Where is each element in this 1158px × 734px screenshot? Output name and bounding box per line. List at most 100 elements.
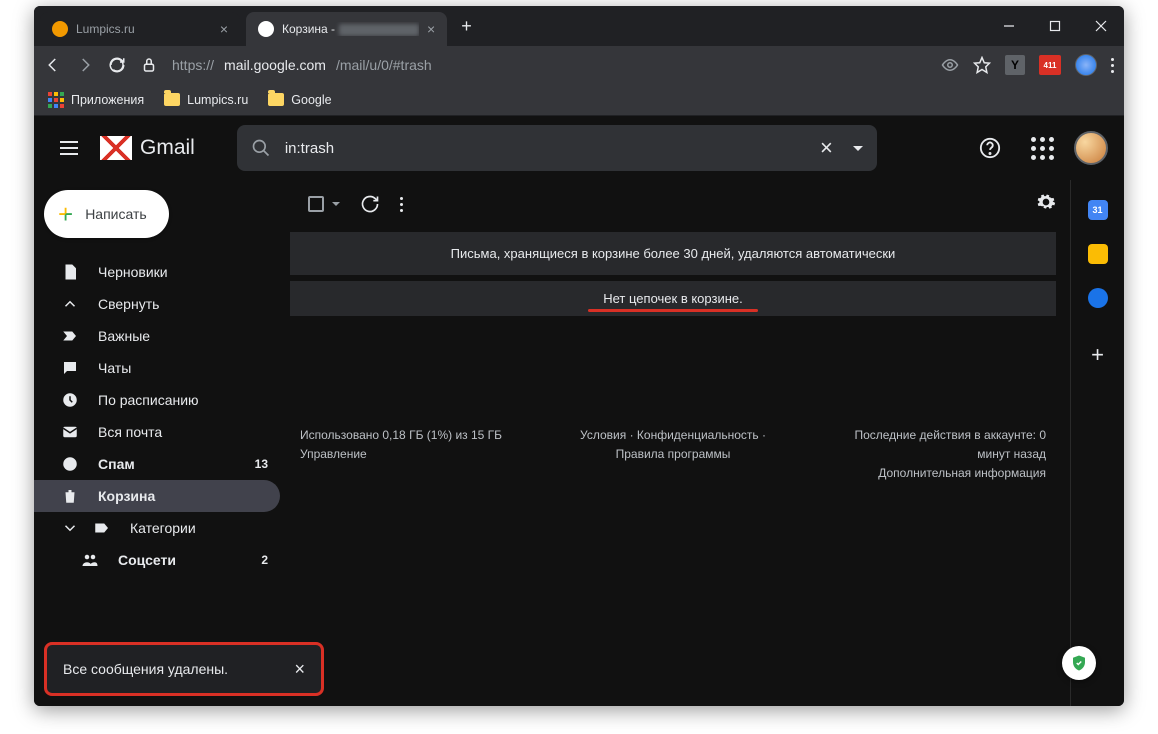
- clear-search-button[interactable]: ×: [814, 135, 839, 161]
- gmail-logo[interactable]: Gmail: [100, 136, 195, 160]
- bookmark-star-icon[interactable]: [973, 56, 991, 74]
- main-panel: Письма, хранящиеся в корзине более 30 дн…: [290, 180, 1070, 706]
- url-path: /mail/u/0/#trash: [336, 57, 432, 73]
- browser-menu-button[interactable]: [1111, 58, 1114, 73]
- close-icon[interactable]: ×: [220, 21, 228, 37]
- sidebar-item-scheduled[interactable]: По расписанию: [34, 384, 280, 416]
- sidebar-item-categories[interactable]: Категории: [34, 512, 280, 544]
- storage-line2[interactable]: Управление: [300, 445, 522, 464]
- new-tab-button[interactable]: +: [447, 16, 486, 37]
- footer-storage: Использовано 0,18 ГБ (1%) из 15 ГБ Управ…: [300, 426, 522, 484]
- close-icon[interactable]: ×: [427, 21, 435, 37]
- tasks-button[interactable]: [1088, 288, 1108, 308]
- nav-label: Черновики: [98, 264, 168, 280]
- search-icon[interactable]: [251, 138, 271, 158]
- activity-line1: Последние действия в аккаунте: 0 минут н…: [824, 426, 1046, 464]
- sidebar-item-spam[interactable]: Спам 13: [34, 448, 280, 480]
- compose-label: Написать: [85, 206, 146, 222]
- bookmark-apps[interactable]: Приложения: [48, 92, 144, 108]
- extension-adblock[interactable]: 411: [1039, 55, 1061, 75]
- close-button[interactable]: [1078, 6, 1124, 46]
- sidebar-item-drafts[interactable]: Черновики: [34, 256, 280, 288]
- compose-button[interactable]: + Написать: [44, 190, 169, 238]
- more-button[interactable]: [400, 197, 403, 212]
- maximize-button[interactable]: [1032, 6, 1078, 46]
- nav-list: Черновики Свернуть Важные Чаты: [34, 256, 290, 576]
- url-input[interactable]: https://mail.google.com/mail/u/0/#trash: [172, 57, 927, 73]
- chat-icon: [60, 359, 80, 377]
- settings-button[interactable]: [1036, 192, 1056, 217]
- sidebar-item-allmail[interactable]: Вся почта: [34, 416, 280, 448]
- apps-icon: [48, 92, 64, 108]
- titlebar: Lumpics.ru × Корзина - × +: [34, 6, 1124, 46]
- extension-yandex[interactable]: Y: [1005, 55, 1025, 75]
- nav-label: Свернуть: [98, 296, 159, 312]
- annotation-underline: [588, 309, 758, 312]
- gmail-app: Gmail × + Написать: [34, 116, 1124, 706]
- gmail-brand: Gmail: [140, 136, 195, 160]
- nav-label: По расписанию: [98, 392, 199, 408]
- empty-trash-message: Нет цепочек в корзине.: [290, 281, 1056, 316]
- activity-line2[interactable]: Дополнительная информация: [824, 464, 1046, 483]
- sidebar: + Написать Черновики Свернуть Важные: [34, 180, 290, 706]
- sidebar-item-social[interactable]: Соцсети 2: [34, 544, 280, 576]
- trash-info-banner: Письма, хранящиеся в корзине более 30 дн…: [290, 232, 1056, 275]
- browser-window: Lumpics.ru × Корзина - × + https://mail.…: [34, 6, 1124, 706]
- search-bar: ×: [237, 125, 877, 171]
- sidebar-item-trash[interactable]: Корзина: [34, 480, 280, 512]
- tab-gmail[interactable]: Корзина - ×: [246, 12, 447, 46]
- nav-label: Чаты: [98, 360, 131, 376]
- back-button[interactable]: [44, 56, 62, 74]
- bookmark-label: Приложения: [71, 93, 144, 107]
- tab-lumpics[interactable]: Lumpics.ru ×: [40, 12, 240, 46]
- bookmarks-bar: Приложения Lumpics.ru Google: [34, 84, 1124, 116]
- keep-button[interactable]: [1088, 244, 1108, 264]
- refresh-button[interactable]: [360, 194, 380, 214]
- caret-down-icon: [60, 519, 80, 537]
- calendar-button[interactable]: [1088, 200, 1108, 220]
- nav-label: Важные: [98, 328, 150, 344]
- chevron-up-icon: [60, 295, 80, 313]
- nav-label: Спам: [98, 456, 135, 472]
- toast-deleted: Все сообщения удалены. ×: [44, 642, 324, 696]
- list-toolbar: [290, 180, 1056, 228]
- tab-title: Lumpics.ru: [76, 22, 212, 36]
- nav-label: Вся почта: [98, 424, 162, 440]
- nav-label: Категории: [130, 520, 196, 536]
- window-controls: [986, 6, 1124, 46]
- close-icon[interactable]: ×: [294, 659, 305, 680]
- bookmark-google[interactable]: Google: [268, 93, 331, 107]
- footer-legal[interactable]: Условия · Конфиденциальность · Правила п…: [562, 426, 784, 484]
- nav-count: 13: [255, 457, 268, 471]
- label-icon: [92, 519, 112, 537]
- bookmark-lumpics[interactable]: Lumpics.ru: [164, 93, 248, 107]
- shield-badge[interactable]: [1062, 646, 1096, 680]
- select-menu-caret[interactable]: [332, 202, 340, 206]
- search-input[interactable]: [285, 140, 800, 157]
- select-all-checkbox[interactable]: [308, 196, 324, 212]
- minimize-button[interactable]: [986, 6, 1032, 46]
- toast-message: Все сообщения удалены.: [63, 661, 228, 677]
- file-icon: [60, 263, 80, 281]
- help-button[interactable]: [970, 128, 1010, 168]
- bookmark-label: Google: [291, 93, 331, 107]
- nav-label: Соцсети: [118, 552, 176, 568]
- search-options-button[interactable]: [853, 146, 863, 151]
- sidebar-item-chats[interactable]: Чаты: [34, 352, 280, 384]
- sidebar-item-important[interactable]: Важные: [34, 320, 280, 352]
- addons-button[interactable]: +: [1091, 342, 1104, 368]
- folder-icon: [164, 93, 180, 106]
- favicon-gmail: [258, 21, 274, 37]
- sidebar-item-collapse[interactable]: Свернуть: [34, 288, 280, 320]
- reload-button[interactable]: [108, 56, 126, 74]
- address-bar: https://mail.google.com/mail/u/0/#trash …: [34, 46, 1124, 84]
- favicon-lumpics: [52, 21, 68, 37]
- account-avatar[interactable]: [1074, 131, 1108, 165]
- profile-avatar[interactable]: [1075, 54, 1097, 76]
- menu-button[interactable]: [50, 131, 88, 165]
- apps-button[interactable]: [1022, 128, 1062, 168]
- eye-icon[interactable]: [941, 56, 959, 74]
- lock-icon: [140, 56, 158, 74]
- forward-button[interactable]: [76, 56, 94, 74]
- tab-title: Корзина -: [282, 22, 419, 36]
